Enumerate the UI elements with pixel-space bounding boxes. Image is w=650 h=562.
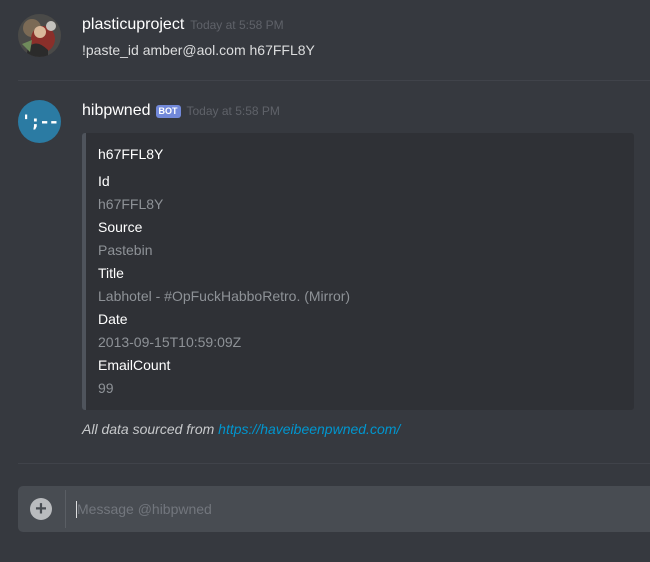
bot-badge: BOT: [155, 104, 181, 118]
embed-field-source: Source Pastebin: [98, 218, 622, 259]
footer-text: All data sourced from: [82, 421, 219, 437]
field-value: 99: [98, 380, 114, 396]
username[interactable]: plasticuproject: [82, 15, 184, 35]
plus-circle-icon[interactable]: +: [30, 498, 52, 520]
timestamp: Today at 5:58 PM: [186, 104, 280, 118]
message-header: hibpwned BOT Today at 5:58 PM: [82, 101, 280, 121]
composer-divider: [18, 463, 650, 464]
field-value: Pastebin: [98, 242, 153, 258]
field-name: Title: [98, 265, 124, 281]
field-name: Source: [98, 219, 143, 235]
message-content: !paste_id amber@aol.com h67FFL8Y: [82, 42, 315, 58]
chat-view: plasticuproject Today at 5:58 PM !paste_…: [0, 0, 650, 562]
message-header: plasticuproject Today at 5:58 PM: [82, 15, 284, 35]
embed-title: h67FFL8Y: [98, 146, 164, 162]
embed-field-date: Date 2013-09-15T10:59:09Z: [98, 310, 622, 351]
field-name: Date: [98, 311, 128, 327]
source-link[interactable]: https://haveibeenpwned.com/: [218, 421, 400, 437]
composer-separator: [65, 490, 66, 528]
message-footer: All data sourced from https://haveibeenp…: [82, 420, 400, 438]
avatar-photo-icon: [18, 14, 61, 57]
field-value: Labhotel - #OpFuckHabboRetro. (Mirror): [98, 288, 351, 304]
username[interactable]: hibpwned: [82, 101, 151, 121]
message-input[interactable]: [76, 486, 646, 532]
user-avatar[interactable]: [18, 14, 61, 57]
embed-field-emailcount: EmailCount 99: [98, 356, 622, 397]
message-hibpwned: ';-- hibpwned BOT Today at 5:58 PM h67FF…: [0, 80, 650, 460]
embed-card: h67FFL8Y Id h67FFL8Y Source Pastebin Tit…: [82, 133, 634, 410]
embed-field-id: Id h67FFL8Y: [98, 172, 622, 213]
message-composer: +: [18, 486, 650, 532]
field-name: EmailCount: [98, 357, 171, 373]
field-name: Id: [98, 173, 110, 189]
embed-field-title: Title Labhotel - #OpFuckHabboRetro. (Mir…: [98, 264, 622, 305]
field-value: h67FFL8Y: [98, 196, 164, 212]
field-value: 2013-09-15T10:59:09Z: [98, 334, 242, 350]
timestamp: Today at 5:58 PM: [190, 18, 284, 32]
message-plasticuproject: plasticuproject Today at 5:58 PM !paste_…: [0, 0, 650, 80]
bot-avatar[interactable]: ';--: [18, 100, 61, 143]
